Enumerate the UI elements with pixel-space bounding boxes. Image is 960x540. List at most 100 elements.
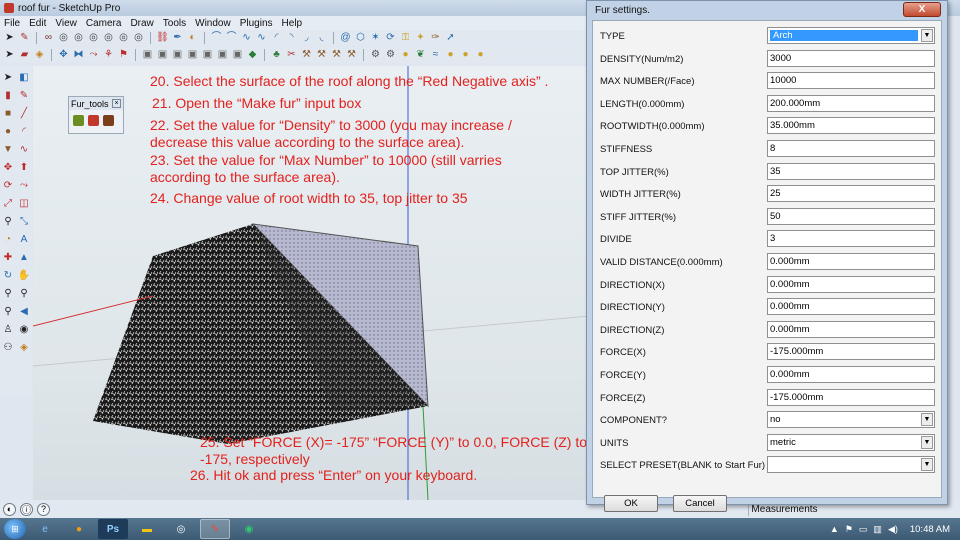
menu-file[interactable]: File [4, 18, 20, 29]
orbit-icon[interactable]: ∞ [42, 32, 55, 45]
box-icon-3[interactable]: ▣ [171, 49, 184, 62]
menu-window[interactable]: Window [195, 18, 231, 29]
taskbar-app-icon[interactable]: ◎ [166, 519, 196, 539]
previous-view-tool-icon[interactable]: ◀ [18, 305, 31, 318]
geolocation-icon[interactable]: ◐ [3, 502, 16, 516]
box-icon-2[interactable]: ▣ [156, 49, 169, 62]
eraser-tool-icon[interactable]: ✎ [18, 89, 31, 102]
circle-icon[interactable]: ● [399, 49, 412, 62]
dimension-tool-icon[interactable]: ⤡ [18, 215, 31, 228]
dot-icon-3[interactable]: ● [474, 49, 487, 62]
scale-tool-icon[interactable]: ⤢ [2, 197, 15, 210]
arc-icon-2[interactable]: ◝ [285, 32, 298, 45]
field-input[interactable]: -175.000mm [767, 343, 935, 361]
zoom-extents-tool-icon[interactable]: ⚲ [2, 305, 15, 318]
credits-icon[interactable]: ⓘ [20, 502, 33, 516]
glasses-icon-6[interactable]: ◎ [132, 32, 145, 45]
dropdown-arrow-icon[interactable]: ▼ [921, 413, 933, 427]
fur-tool-third-icon[interactable] [103, 115, 114, 126]
field-input[interactable]: 35 [767, 162, 935, 180]
offset-tool-icon[interactable]: ◫ [18, 197, 31, 210]
taskbar-clock[interactable]: 10:48 AM [910, 524, 950, 535]
field-select[interactable]: metric ▼ [767, 433, 935, 451]
arrow-icon[interactable]: ➚ [444, 32, 457, 45]
bulb-icon[interactable]: ✦ [414, 32, 427, 45]
menu-tools[interactable]: Tools [163, 18, 186, 29]
pencil-icon[interactable]: ✎ [18, 32, 31, 45]
walk-tool-icon[interactable]: ⚇ [2, 341, 15, 354]
cancel-button[interactable]: Cancel [673, 495, 727, 512]
field-input[interactable]: 25 [767, 185, 935, 203]
tool-icon-4[interactable]: ⚒ [345, 49, 358, 62]
dropdown-arrow-icon[interactable]: ▼ [921, 435, 933, 449]
component-tool-icon[interactable]: ◧ [18, 71, 31, 84]
leaf-icon[interactable]: ❦ [414, 49, 427, 62]
glasses-icon[interactable]: ◎ [57, 32, 70, 45]
arc-tool-icon[interactable]: ◜ [18, 125, 31, 138]
move-tool-icon[interactable]: ✥ [2, 161, 15, 174]
wave-icon[interactable]: ≈ [429, 49, 442, 62]
circle-tool-icon[interactable]: ● [2, 125, 15, 138]
follow-icon[interactable]: ⤳ [87, 49, 100, 62]
taskbar-ie-icon[interactable]: e [30, 519, 60, 539]
key-icon[interactable]: ⚿ [399, 32, 412, 45]
zoom-window-tool-icon[interactable]: ⚲ [18, 287, 31, 300]
field-input[interactable]: 0.000mm [767, 320, 935, 338]
dot-icon-2[interactable]: ● [459, 49, 472, 62]
pan-tool-icon[interactable]: ✋ [18, 269, 31, 282]
rotate-tool-icon[interactable]: ⟳ [2, 179, 15, 192]
menu-plugins[interactable]: Plugins [240, 18, 273, 29]
polygon-tool-icon[interactable]: ▼ [2, 143, 15, 156]
rectangle-tool-icon[interactable]: ■ [2, 107, 15, 120]
curve-icon-2[interactable]: ⌒ [225, 32, 238, 45]
menu-view[interactable]: View [55, 18, 77, 29]
arc-icon[interactable]: ◜ [270, 32, 283, 45]
field-input[interactable]: 0.000mm [767, 298, 935, 316]
ok-button[interactable]: OK [604, 495, 658, 512]
taskbar-photoshop-icon[interactable]: Ps [98, 519, 128, 539]
box-icon-7[interactable]: ▣ [231, 49, 244, 62]
tape-tool-icon[interactable]: ⚲ [2, 215, 15, 228]
field-input[interactable]: 8 [767, 140, 935, 157]
taskbar-sketchup-icon[interactable]: ✎ [200, 519, 230, 539]
cube-icon[interactable]: ◆ [246, 49, 259, 62]
tool-icon-2[interactable]: ⚒ [315, 49, 328, 62]
curve-icon-4[interactable]: ∿ [255, 32, 268, 45]
axes-tool-icon[interactable]: ✚ [2, 251, 15, 264]
field-input[interactable]: 3000 [767, 49, 935, 67]
section-plane-tool-icon[interactable]: ◈ [18, 341, 31, 354]
field-input[interactable]: 50 [767, 207, 935, 225]
field-input[interactable]: 0.000mm [767, 275, 935, 293]
link-icon[interactable]: ⛓ [156, 32, 169, 45]
field-input[interactable]: 0.000mm [767, 366, 935, 383]
paint-bucket-icon[interactable]: ▮ [2, 89, 15, 102]
tray-arrow-icon[interactable]: ▲ [830, 524, 839, 534]
brush-icon[interactable]: ✑ [429, 32, 442, 45]
taskbar-folder-icon[interactable]: ▬ [132, 519, 162, 539]
dialog-close-button[interactable]: X [903, 2, 941, 17]
tray-monitor-icon[interactable]: ▭ [859, 524, 868, 535]
eraser-icon[interactable]: ▰ [18, 49, 31, 62]
fur-tools-close-icon[interactable]: × [112, 99, 121, 108]
tool-icon-3[interactable]: ⚒ [330, 49, 343, 62]
dropdown-arrow-icon[interactable]: ▼ [921, 458, 933, 472]
freehand-tool-icon[interactable]: ∿ [18, 143, 31, 156]
field-input[interactable]: 35.000mm [767, 117, 935, 135]
arc-icon-4[interactable]: ◟ [315, 32, 328, 45]
tray-flag-icon[interactable]: ⚑ [845, 524, 853, 535]
rotate-icon[interactable]: ⟳ [384, 32, 397, 45]
mirror-icon[interactable]: ⧓ [72, 49, 85, 62]
flag-icon[interactable]: ⚑ [117, 49, 130, 62]
field-input[interactable]: 0.000mm [767, 253, 935, 270]
menu-draw[interactable]: Draw [130, 18, 153, 29]
dropdown-arrow-icon[interactable]: ▼ [921, 29, 933, 42]
box-icon-6[interactable]: ▣ [216, 49, 229, 62]
position-camera-tool-icon[interactable]: ♙ [2, 323, 15, 336]
protractor-tool-icon[interactable]: ◔ [2, 233, 15, 246]
box-icon-5[interactable]: ▣ [201, 49, 214, 62]
look-around-tool-icon[interactable]: ◉ [18, 323, 31, 336]
cut-icon[interactable]: ✂ [285, 49, 298, 62]
glasses-icon-5[interactable]: ◎ [117, 32, 130, 45]
select-arrow-icon[interactable]: ➤ [3, 49, 16, 62]
box-icon[interactable]: ▣ [141, 49, 154, 62]
